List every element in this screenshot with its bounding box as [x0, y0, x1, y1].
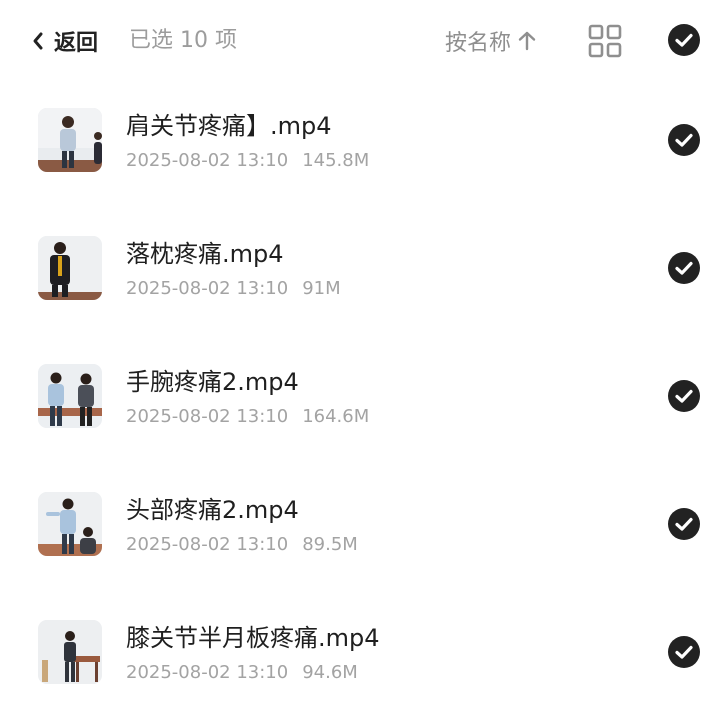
check-circle-icon [668, 252, 700, 284]
file-meta: 2025-08-02 13:10 89.5M [126, 534, 358, 555]
file-size: 145.8M [302, 150, 370, 171]
item-checkbox[interactable] [668, 636, 700, 668]
video-thumbnail [38, 620, 102, 684]
item-checkbox[interactable] [668, 252, 700, 284]
list-item[interactable]: 肩关节疼痛】.mp4 2025-08-02 13:10 145.8M [0, 76, 712, 204]
chevron-left-icon [28, 29, 50, 53]
file-meta: 2025-08-02 13:10 91M [126, 278, 341, 299]
sort-label: 按名称 [445, 31, 512, 56]
file-meta: 2025-08-02 13:10 145.8M [126, 150, 369, 171]
check-circle-icon [668, 24, 700, 56]
list-item[interactable]: 手腕疼痛2.mp4 2025-08-02 13:10 164.6M [0, 332, 712, 460]
grid-view-icon [588, 24, 622, 62]
list-item[interactable]: 落枕疼痛.mp4 2025-08-02 13:10 91M [0, 204, 712, 332]
video-thumbnail [38, 364, 102, 428]
top-bar: 返回 已选 10 项 按名称 [0, 0, 712, 82]
file-date: 2025-08-02 13:10 [126, 150, 289, 171]
check-circle-icon [668, 124, 700, 156]
check-circle-icon [668, 508, 700, 540]
file-size: 89.5M [302, 534, 358, 555]
back-label: 返回 [54, 31, 99, 56]
check-circle-icon [668, 380, 700, 412]
video-thumbnail [38, 236, 102, 300]
select-all-checkbox[interactable] [668, 24, 700, 56]
file-date: 2025-08-02 13:10 [126, 534, 289, 555]
item-checkbox[interactable] [668, 380, 700, 412]
file-meta: 2025-08-02 13:10 164.6M [126, 406, 369, 427]
file-name: 落枕疼痛.mp4 [126, 240, 284, 268]
file-meta: 2025-08-02 13:10 94.6M [126, 662, 358, 683]
file-name: 头部疼痛2.mp4 [126, 496, 299, 524]
grid-view-button[interactable] [588, 24, 622, 58]
back-button[interactable]: 返回 [28, 22, 98, 60]
list-item[interactable]: 膝关节半月板疼痛.mp4 2025-08-02 13:10 94.6M [0, 588, 712, 716]
list-item[interactable]: 头部疼痛2.mp4 2025-08-02 13:10 89.5M [0, 460, 712, 588]
item-checkbox[interactable] [668, 508, 700, 540]
file-name: 膝关节半月板疼痛.mp4 [126, 624, 380, 652]
file-name: 手腕疼痛2.mp4 [126, 368, 299, 396]
selected-count: 已选 10 项 [129, 28, 237, 53]
file-size: 94.6M [302, 662, 358, 683]
sort-by-name-button[interactable]: 按名称 [445, 22, 537, 60]
check-circle-icon [668, 636, 700, 668]
arrow-up-icon [517, 30, 537, 52]
file-size: 91M [302, 278, 341, 299]
file-size: 164.6M [302, 406, 370, 427]
video-thumbnail [38, 492, 102, 556]
item-checkbox[interactable] [668, 124, 700, 156]
file-date: 2025-08-02 13:10 [126, 406, 289, 427]
video-thumbnail [38, 108, 102, 172]
file-date: 2025-08-02 13:10 [126, 278, 289, 299]
file-date: 2025-08-02 13:10 [126, 662, 289, 683]
file-name: 肩关节疼痛】.mp4 [126, 112, 332, 140]
